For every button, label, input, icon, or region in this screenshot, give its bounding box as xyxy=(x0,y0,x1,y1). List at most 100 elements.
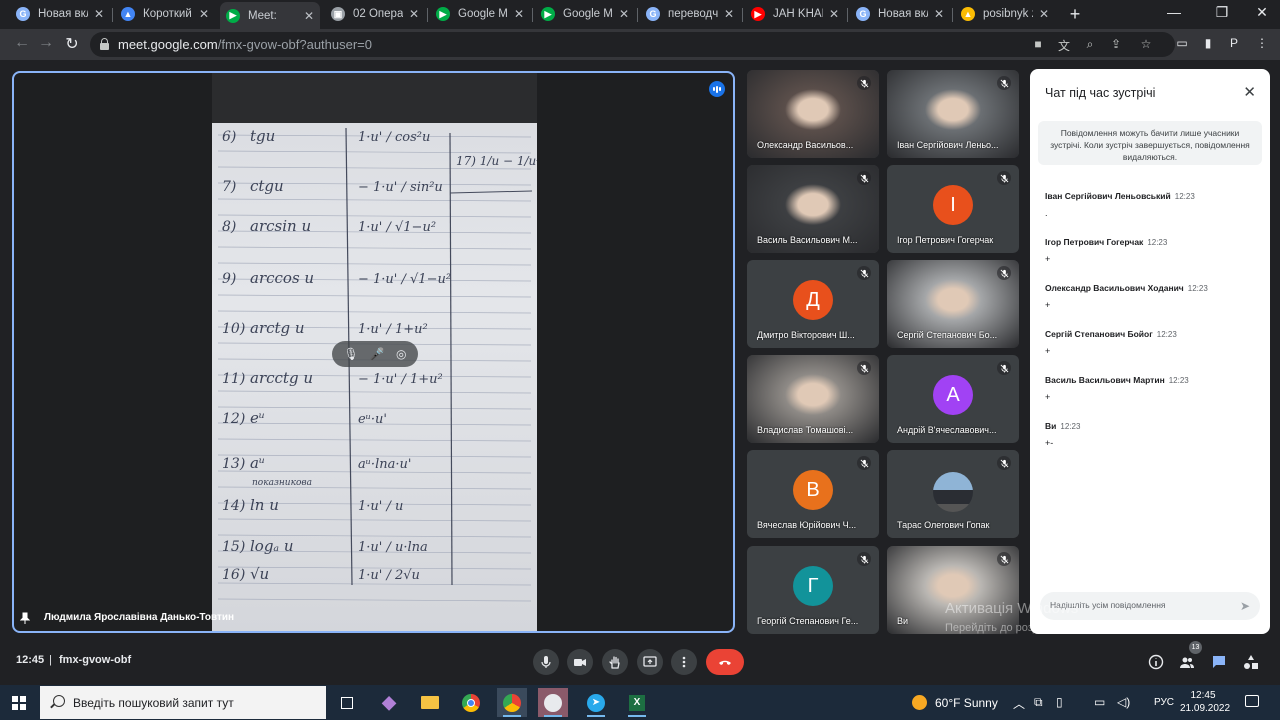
minimize-window-button[interactable]: — xyxy=(1164,4,1184,20)
browser-tab[interactable]: ▶ JAH KHALIB ✕ xyxy=(745,3,845,25)
participant-tile[interactable]: Сергій Степанович Бо... xyxy=(887,260,1019,348)
ruled-line xyxy=(217,150,532,154)
chrome-icon[interactable] xyxy=(456,688,486,717)
camera-toggle-button[interactable] xyxy=(567,649,593,675)
search-placeholder: Введіть пошуковий запит тут xyxy=(73,696,234,710)
browser-tab[interactable]: ▶ Google Me ✕ xyxy=(535,3,635,25)
tab-close-icon[interactable]: ✕ xyxy=(1039,7,1049,21)
participant-name: Ви xyxy=(897,616,909,626)
meeting-details-button[interactable] xyxy=(1146,652,1166,672)
system-clock[interactable]: 12:45 21.09.2022 xyxy=(1180,689,1230,715)
tab-close-icon[interactable]: ✕ xyxy=(619,7,629,21)
notebook-derivative: 1·u' / 2√u xyxy=(358,568,420,583)
network-icon[interactable]: ▭ xyxy=(1094,695,1105,709)
more-options-button[interactable] xyxy=(671,649,697,675)
raise-hand-button[interactable] xyxy=(602,649,628,675)
sidepanel-icon[interactable]: ▮ xyxy=(1200,36,1216,50)
file-explorer-icon[interactable] xyxy=(415,688,445,717)
more-options-icon[interactable]: ◎ xyxy=(396,347,406,361)
share-icon[interactable]: ⇪ xyxy=(1108,37,1124,51)
forward-button[interactable]: → xyxy=(36,34,56,52)
meeting-clock: 12:45 xyxy=(16,654,45,666)
zoom-icon[interactable]: ⌕ xyxy=(1082,37,1098,52)
tab-close-icon[interactable]: ✕ xyxy=(829,7,839,21)
browser-tab[interactable]: ▲ Короткий з ✕ xyxy=(115,3,215,25)
browser-tab[interactable]: G Новая вкла ✕ xyxy=(850,3,950,25)
tile-hover-controls[interactable]: 🎙 🎤 ◎ xyxy=(332,341,418,367)
present-screen-button[interactable] xyxy=(637,649,663,675)
participant-tile[interactable]: В Вячеслав Юрійович Ч... xyxy=(747,450,879,538)
chrome-canary-icon[interactable] xyxy=(538,688,568,717)
close-window-button[interactable]: ✕ xyxy=(1252,4,1272,21)
participant-tile[interactable]: Василь Васильович М... xyxy=(747,165,879,253)
reload-button[interactable]: ↻ xyxy=(62,34,82,54)
tab-favicon-icon: ▶ xyxy=(751,7,765,21)
bookmark-star-icon[interactable]: ☆ xyxy=(1138,37,1154,51)
tab-close-icon[interactable]: ✕ xyxy=(724,7,734,21)
message-sender: Сергій Степанович Бойог xyxy=(1045,329,1153,339)
mic-toggle-button[interactable] xyxy=(533,649,559,675)
profile-avatar[interactable]: P xyxy=(1226,36,1242,50)
tab-close-icon[interactable]: ✕ xyxy=(934,7,944,21)
tab-close-icon[interactable]: ✕ xyxy=(199,7,209,21)
participant-tile[interactable]: А Андрій В'ячеславович... xyxy=(887,355,1019,443)
chat-message-input[interactable]: Надішліть усім повідомлення ➤ xyxy=(1040,592,1260,620)
mic-icon[interactable]: 🎤 xyxy=(370,347,385,361)
tray-overflow-chevron-icon[interactable]: ︿ xyxy=(1013,695,1025,712)
participant-tile[interactable]: Ви xyxy=(887,546,1019,634)
browser-tab[interactable]: G Новая вкладка ✕ xyxy=(10,3,110,25)
ruled-line xyxy=(217,598,532,602)
tab-close-icon[interactable]: ✕ xyxy=(409,7,419,21)
browser-tab[interactable]: ▲ posibnyk za ✕ xyxy=(955,3,1055,25)
mute-participant-icon[interactable]: 🎙 xyxy=(344,347,359,361)
maximize-window-button[interactable]: ❐ xyxy=(1212,4,1232,21)
notebook-row-number: 10) xyxy=(222,321,245,337)
visual-studio-icon[interactable]: ◆ xyxy=(374,688,404,717)
camera-icon[interactable]: ■ xyxy=(1030,37,1046,51)
browser-tab[interactable]: ▶ Google Me ✕ xyxy=(430,3,530,25)
participant-tile[interactable]: Д Дмитро Вікторович Ш... xyxy=(747,260,879,348)
participant-tile[interactable]: І Ігор Петрович Гогерчак xyxy=(887,165,1019,253)
cast-icon[interactable]: ▭ xyxy=(1174,36,1190,50)
windows-start-icon[interactable] xyxy=(12,696,26,710)
browser-tab[interactable]: ▶ Meet: ✕ xyxy=(220,2,320,29)
participant-tile[interactable]: Олександр Васильов... xyxy=(747,70,879,158)
new-tab-button[interactable]: + xyxy=(1066,4,1084,25)
weather-widget[interactable]: 60°F Sunny xyxy=(912,695,998,710)
participant-tile[interactable]: Владислав Томашові... xyxy=(747,355,879,443)
browser-tab[interactable]: ▣ 02 Операц ✕ xyxy=(325,3,425,25)
address-bar[interactable]: meet.google.com/fmx-gvow-obf?authuser=0 … xyxy=(90,32,1175,57)
participant-tile[interactable]: Тарас Олегович Гопак xyxy=(887,450,1019,538)
chrome-profile-icon[interactable] xyxy=(497,688,527,717)
tray-app-icon[interactable]: ⧉ xyxy=(1034,695,1043,710)
tab-close-icon[interactable]: ✕ xyxy=(304,9,314,23)
browser-tab[interactable]: Gпереводчи ✕ xyxy=(640,3,740,25)
close-icon[interactable]: ✕ xyxy=(1243,83,1256,101)
participant-name: Іван Сергійович Леньо... xyxy=(897,140,999,150)
people-button[interactable] xyxy=(1177,652,1197,672)
participant-tile[interactable]: Іван Сергійович Леньо... xyxy=(887,70,1019,158)
message-text: . xyxy=(1045,208,1048,218)
volume-icon[interactable]: ◁) xyxy=(1117,695,1130,709)
language-indicator[interactable]: РУС xyxy=(1154,697,1174,708)
telegram-icon[interactable]: ➤ xyxy=(581,688,611,717)
tab-close-icon[interactable]: ✕ xyxy=(514,7,524,21)
main-speaker-tile[interactable]: 17) 1/u − 1/u² 6) tgu 1·u' / cos²u 7) ctgu − 1… xyxy=(12,71,735,633)
send-icon[interactable]: ➤ xyxy=(1240,599,1250,613)
pin-icon xyxy=(20,612,30,624)
taskbar-search-input[interactable]: Введіть пошуковий запит тут xyxy=(40,686,326,719)
notebook-derivative: 1·u' / cos²u xyxy=(358,130,430,145)
task-view-icon[interactable] xyxy=(332,688,362,717)
menu-kebab-icon[interactable]: ⋮ xyxy=(1254,36,1270,50)
ruled-line xyxy=(217,198,532,202)
excel-icon[interactable]: X xyxy=(622,688,652,717)
notifications-icon[interactable] xyxy=(1245,695,1259,707)
back-button[interactable]: ← xyxy=(12,34,32,52)
translate-icon[interactable]: 文 xyxy=(1056,37,1072,54)
chat-button[interactable] xyxy=(1209,652,1229,672)
leave-call-button[interactable] xyxy=(706,649,744,675)
activities-button[interactable] xyxy=(1241,652,1261,672)
participant-tile[interactable]: Г Георгій Степанович Ге... xyxy=(747,546,879,634)
tray-battery-icon[interactable]: ▯ xyxy=(1056,695,1063,709)
tab-close-icon[interactable]: ✕ xyxy=(94,7,104,21)
